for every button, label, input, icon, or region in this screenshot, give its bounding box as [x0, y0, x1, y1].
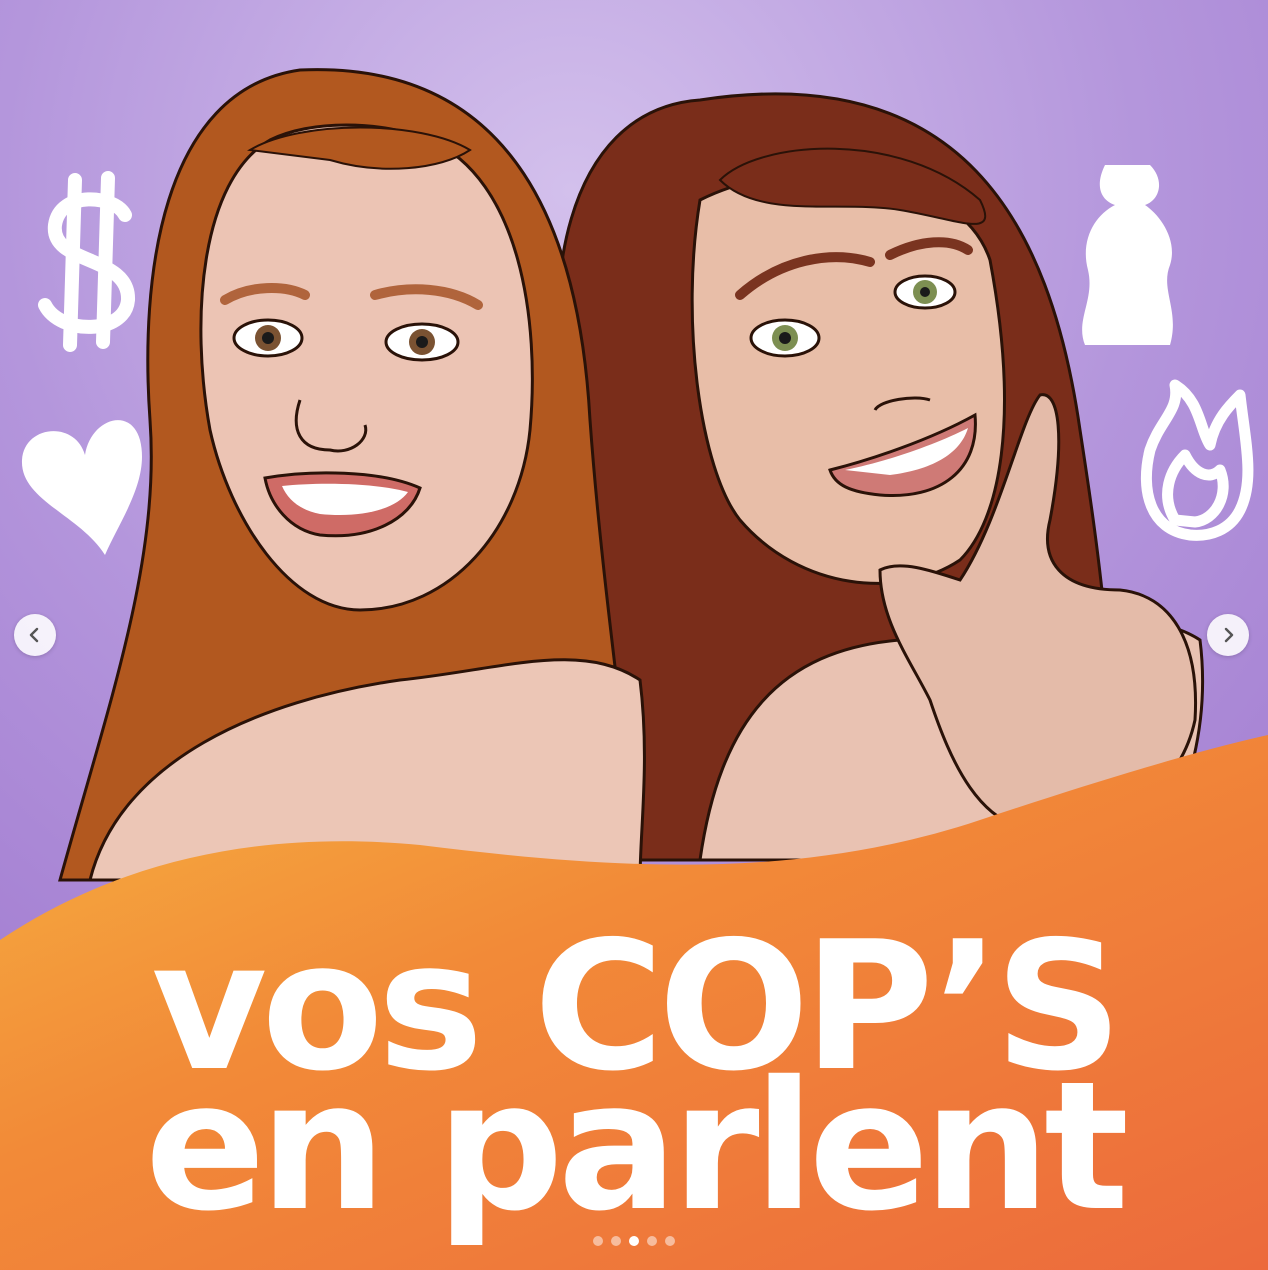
chevron-left-icon [29, 627, 39, 643]
previous-slide-button[interactable] [14, 614, 56, 656]
carousel-dot [611, 1236, 621, 1246]
next-slide-button[interactable] [1207, 614, 1249, 656]
carousel-dot-active [629, 1236, 639, 1246]
chevron-right-icon [1224, 627, 1234, 643]
carousel-slide: vos COP’S en parlent [0, 0, 1268, 1270]
carousel-dot [647, 1236, 657, 1246]
carousel-indicator [0, 1236, 1268, 1246]
carousel-dot [593, 1236, 603, 1246]
title-line-2: en parlent [144, 1043, 1129, 1250]
carousel-dot [665, 1236, 675, 1246]
